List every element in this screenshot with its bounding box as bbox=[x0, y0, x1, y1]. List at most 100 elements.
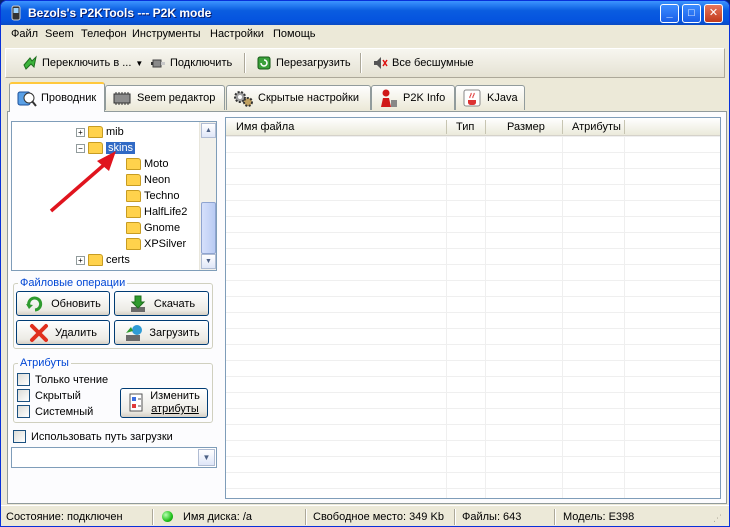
checkbox-box[interactable] bbox=[17, 405, 30, 418]
readonly-label: Только чтение bbox=[35, 373, 109, 386]
system-label: Системный bbox=[35, 405, 94, 418]
status-separator bbox=[554, 509, 556, 525]
readonly-checkbox[interactable]: Только чтение bbox=[17, 373, 108, 386]
upload-button[interactable]: Загрузить bbox=[114, 320, 209, 345]
connect-button[interactable]: Подключить bbox=[150, 55, 232, 71]
connect-label: Подключить bbox=[170, 57, 233, 69]
tree-item-neon[interactable]: Neon bbox=[126, 172, 170, 188]
menu-seem[interactable]: Seem bbox=[45, 28, 74, 40]
tree-item-label: skins bbox=[106, 142, 136, 154]
column-header-type[interactable]: Тип bbox=[456, 121, 474, 133]
connected-led-icon bbox=[162, 511, 173, 522]
tree-item-xpsilver[interactable]: XPSilver bbox=[126, 236, 186, 252]
scroll-thumb[interactable] bbox=[201, 202, 216, 254]
status-bar: Состояние: подключен Имя диска: /a Свобо… bbox=[1, 505, 729, 526]
chip-icon bbox=[113, 92, 131, 105]
use-upload-path-label: Использовать путь загрузки bbox=[31, 430, 173, 443]
tree-item-gnome[interactable]: Gnome bbox=[126, 220, 180, 236]
chevron-down-icon[interactable]: ▼ bbox=[198, 449, 215, 466]
close-button[interactable]: ✕ bbox=[704, 4, 723, 23]
hidden-label: Скрытый bbox=[35, 389, 81, 402]
minimize-button[interactable]: _ bbox=[660, 4, 679, 23]
menu-help[interactable]: Помощь bbox=[273, 28, 316, 40]
tree-item-moto[interactable]: Moto bbox=[126, 156, 168, 172]
toolbar-separator bbox=[244, 53, 246, 73]
tab-seem-editor-label: Seem редактор bbox=[137, 92, 216, 104]
window-title: Bezols's P2KTools --- P2K mode bbox=[28, 6, 212, 20]
expand-icon[interactable]: + bbox=[76, 127, 85, 137]
system-checkbox[interactable]: Системный bbox=[17, 405, 93, 418]
reboot-button[interactable]: Перезагрузить bbox=[256, 55, 351, 71]
column-header-size[interactable]: Размер bbox=[507, 121, 545, 133]
attributes-icon bbox=[129, 393, 143, 412]
toolbar: Переключить в ... ▼ Подключить Перезагру… bbox=[5, 48, 725, 78]
column-divider[interactable] bbox=[624, 120, 625, 134]
attributes-title: Атрибуты bbox=[18, 357, 71, 369]
silent-all-button[interactable]: Все бесшумные bbox=[372, 55, 474, 71]
folder-icon bbox=[126, 190, 141, 202]
menu-tools[interactable]: Инструменты bbox=[132, 28, 201, 40]
scroll-up-arrow-icon[interactable]: ▲ bbox=[201, 123, 216, 138]
tab-hidden-settings[interactable]: Скрытые настройки bbox=[226, 85, 371, 110]
delete-button[interactable]: Удалить bbox=[16, 320, 110, 345]
hidden-checkbox[interactable]: Скрытый bbox=[17, 389, 81, 402]
tree-item-halflife2[interactable]: HalfLife2 bbox=[126, 204, 187, 220]
status-separator bbox=[454, 509, 456, 525]
folder-tree[interactable]: + mib − skins Moto Neon Techno HalfLife2… bbox=[11, 121, 217, 271]
switch-mode-button[interactable]: Переключить в ... ▼ bbox=[22, 55, 143, 71]
tab-seem-editor[interactable]: Seem редактор bbox=[105, 85, 225, 110]
dropdown-arrow-icon[interactable]: ▼ bbox=[135, 59, 143, 68]
title-bar[interactable]: Bezols's P2KTools --- P2K mode _ □ ✕ bbox=[1, 1, 729, 25]
tree-item-mib[interactable]: + mib bbox=[76, 124, 124, 140]
download-button[interactable]: Скачать bbox=[114, 291, 209, 316]
change-attributes-line2: атрибуты bbox=[151, 403, 199, 415]
column-header-name[interactable]: Имя файла bbox=[236, 121, 294, 133]
menu-bar: Файл Seem Телефон Инструменты Настройки … bbox=[1, 25, 729, 45]
tree-item-label: HalfLife2 bbox=[144, 206, 188, 218]
menu-phone[interactable]: Телефон bbox=[81, 28, 127, 40]
collapse-icon[interactable]: − bbox=[76, 143, 85, 153]
resize-grip-icon[interactable]: ⋰ bbox=[713, 513, 722, 524]
tab-kjava[interactable]: KJava bbox=[455, 85, 525, 110]
use-upload-path-checkbox[interactable]: Использовать путь загрузки bbox=[13, 430, 173, 443]
menu-file[interactable]: Файл bbox=[11, 28, 38, 40]
checkbox-box[interactable] bbox=[17, 373, 30, 386]
tab-explorer[interactable]: Проводник bbox=[9, 82, 105, 112]
column-divider[interactable] bbox=[562, 120, 563, 134]
download-icon bbox=[130, 295, 146, 312]
tree-scrollbar[interactable]: ▲ ▼ bbox=[199, 122, 216, 270]
tree-item-skins[interactable]: − skins bbox=[76, 140, 136, 156]
java-icon bbox=[463, 89, 481, 107]
tree-item-label: Techno bbox=[144, 190, 180, 202]
refresh-button[interactable]: Обновить bbox=[16, 291, 110, 316]
speaker-mute-icon bbox=[374, 57, 388, 69]
switch-mode-label: Переключить в ... bbox=[42, 57, 132, 69]
scroll-down-arrow-icon[interactable]: ▼ bbox=[201, 254, 216, 269]
download-label: Скачать bbox=[153, 297, 196, 310]
tree-item-certs[interactable]: + certs bbox=[76, 252, 130, 268]
gears-icon bbox=[234, 91, 253, 107]
column-divider[interactable] bbox=[446, 120, 447, 134]
file-list[interactable]: Имя файла Тип Размер Атрибуты bbox=[225, 117, 721, 499]
refresh-icon bbox=[26, 296, 43, 311]
column-header-attributes[interactable]: Атрибуты bbox=[572, 121, 621, 133]
upload-path-combo[interactable]: ▼ bbox=[11, 447, 217, 468]
grid-line bbox=[446, 136, 447, 498]
menu-settings[interactable]: Настройки bbox=[210, 28, 264, 40]
change-attributes-text: Изменить атрибуты bbox=[150, 390, 200, 416]
file-list-header: Имя файла Тип Размер Атрибуты bbox=[226, 118, 720, 136]
tree-item-label: Neon bbox=[144, 174, 171, 186]
tree-item-label: Moto bbox=[144, 158, 169, 170]
change-attributes-button[interactable]: Изменить атрибуты bbox=[120, 388, 208, 418]
status-separator bbox=[305, 509, 307, 525]
checkbox-box[interactable] bbox=[17, 389, 30, 402]
expand-icon[interactable]: + bbox=[76, 255, 85, 265]
tree-item-techno[interactable]: Techno bbox=[126, 188, 179, 204]
column-divider[interactable] bbox=[485, 120, 486, 134]
tab-p2k-info[interactable]: P2K Info bbox=[371, 85, 455, 110]
maximize-button[interactable]: □ bbox=[682, 4, 701, 23]
folder-icon bbox=[88, 126, 103, 138]
checkbox-box[interactable] bbox=[13, 430, 26, 443]
upload-label: Загрузить bbox=[149, 326, 200, 339]
delete-label: Удалить bbox=[55, 326, 97, 339]
